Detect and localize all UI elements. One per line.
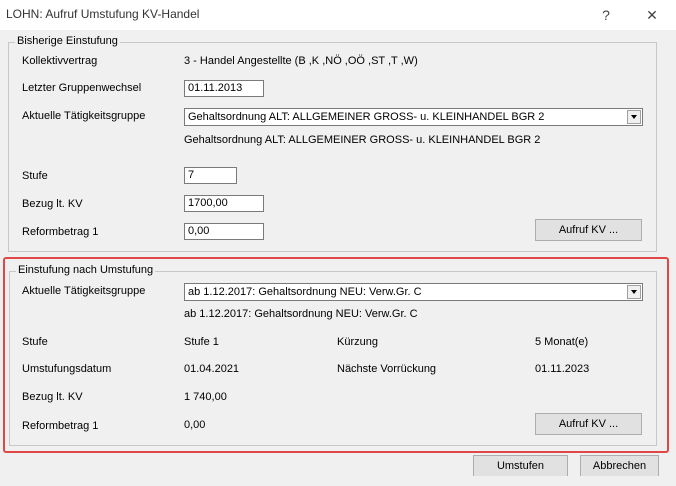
naechste-vorrueckung-value: 01.11.2023	[535, 363, 590, 375]
status-bar	[0, 476, 676, 486]
nach-stufe-label: Stufe	[22, 336, 48, 348]
window-title: LOHN: Aufruf Umstufung KV-Handel	[6, 7, 200, 21]
stufe-label: Stufe	[22, 170, 48, 182]
kuerzung-label: Kürzung	[337, 336, 378, 348]
nach-taetigkeitsgruppe-select[interactable]: ab 1.12.2017: Gehaltsordnung NEU: Verw.G…	[184, 283, 643, 301]
nach-stufe-value: Stufe 1	[184, 336, 219, 348]
nach-taetigkeitsgruppe-label: Aktuelle Tätigkeitsgruppe	[22, 285, 146, 297]
nach-bezug-value: 1 740,00	[184, 391, 227, 403]
bezug-label: Bezug lt. KV	[22, 198, 83, 210]
stufe-field[interactable]: 7	[184, 167, 237, 184]
abbrechen-button[interactable]: Abbrechen	[580, 455, 659, 477]
gruppenwechsel-label: Letzter Gruppenwechsel	[22, 82, 142, 94]
taetigkeitsgruppe-select[interactable]: Gehaltsordnung ALT: ALLGEMEINER GROSS- u…	[184, 108, 643, 126]
title-bar: LOHN: Aufruf Umstufung KV-Handel ? ✕	[0, 0, 676, 30]
nach-taetigkeitsgruppe-text: ab 1.12.2017: Gehaltsordnung NEU: Verw.G…	[184, 308, 418, 320]
taetigkeitsgruppe-text: Gehaltsordnung ALT: ALLGEMEINER GROSS- u…	[184, 134, 541, 146]
umstufen-button[interactable]: Umstufen	[473, 455, 568, 477]
umstufungsdatum-label: Umstufungsdatum	[22, 363, 112, 375]
nach-taetigkeitsgruppe-select-value: ab 1.12.2017: Gehaltsordnung NEU: Verw.G…	[188, 286, 422, 298]
kollektivvertrag-value: 3 - Handel Angestellte (B ,K ,NÖ ,OÖ ,ST…	[184, 55, 418, 67]
chevron-down-icon[interactable]	[627, 110, 641, 124]
bezug-field[interactable]: 1700,00	[184, 195, 264, 212]
gruppenwechsel-field[interactable]: 01.11.2013	[184, 80, 264, 97]
kuerzung-value: 5 Monat(e)	[535, 336, 589, 348]
kollektivvertrag-label: Kollektivvertrag	[22, 55, 98, 67]
taetigkeitsgruppe-label: Aktuelle Tätigkeitsgruppe	[22, 110, 146, 122]
naechste-vorrueckung-label: Nächste Vorrückung	[337, 363, 437, 375]
nach-reformbetrag-value: 0,00	[184, 419, 206, 431]
nach-bezug-label: Bezug lt. KV	[22, 391, 83, 403]
chevron-down-icon[interactable]	[627, 285, 641, 299]
taetigkeitsgruppe-select-value: Gehaltsordnung ALT: ALLGEMEINER GROSS- u…	[188, 111, 545, 123]
group-legend-bisherige: Bisherige Einstufung	[15, 35, 120, 47]
reformbetrag-label: Reformbetrag 1	[22, 226, 99, 238]
nach-reformbetrag-label: Reformbetrag 1	[22, 420, 99, 432]
close-button[interactable]: ✕	[640, 4, 664, 26]
reformbetrag-field[interactable]: 0,00	[184, 223, 264, 240]
group-legend-nach: Einstufung nach Umstufung	[16, 264, 156, 276]
aufruf-kv-button-nach[interactable]: Aufruf KV ...	[535, 413, 642, 435]
help-button[interactable]: ?	[594, 4, 618, 26]
aufruf-kv-button-bisherige[interactable]: Aufruf KV ...	[535, 219, 642, 241]
umstufungsdatum-value: 01.04.2021	[184, 363, 240, 375]
